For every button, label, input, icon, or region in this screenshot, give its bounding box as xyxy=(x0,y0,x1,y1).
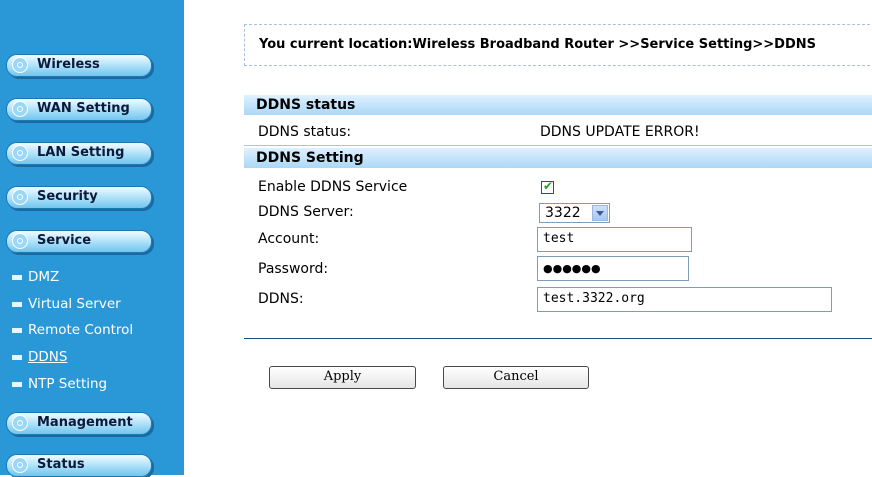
menu-circle-icon xyxy=(12,189,28,205)
menu-circle-icon xyxy=(12,457,28,473)
ddns-server-value: 3322 xyxy=(545,205,581,221)
ddns-status-header: DDNS status xyxy=(244,95,872,115)
section-title: DDNS status xyxy=(256,97,356,113)
menu-status[interactable]: Status xyxy=(6,454,152,477)
menu-lan-setting[interactable]: LAN Setting xyxy=(6,142,152,165)
cancel-button[interactable]: Cancel xyxy=(443,366,589,389)
account-label: Account: xyxy=(258,231,320,247)
menu-management[interactable]: Management xyxy=(6,412,152,435)
bullet-icon xyxy=(12,302,22,307)
menu-wan-setting[interactable]: WAN Setting xyxy=(6,98,152,121)
account-input[interactable]: test xyxy=(537,227,692,252)
row-divider xyxy=(244,145,872,146)
ddns-status-label: DDNS status: xyxy=(258,124,352,140)
menu-circle-icon xyxy=(12,233,28,249)
menu-label: Security xyxy=(37,189,98,204)
bullet-icon xyxy=(12,382,22,387)
menu-circle-icon xyxy=(12,57,28,73)
menu-circle-icon xyxy=(12,415,28,431)
ddns-domain-input[interactable]: test.3322.org xyxy=(537,287,832,312)
menu-label: Status xyxy=(37,457,85,472)
section-title: DDNS Setting xyxy=(256,150,364,166)
menu-circle-icon xyxy=(12,101,28,117)
menu-label: Wireless xyxy=(37,57,100,72)
location-bar: You current location:Wireless Broadband … xyxy=(244,24,872,66)
menu-label: Management xyxy=(37,415,133,430)
bullet-icon xyxy=(12,355,22,360)
bullet-icon xyxy=(12,328,22,333)
password-label: Password: xyxy=(258,261,329,277)
menu-label: Service xyxy=(37,233,92,248)
enable-ddns-label: Enable DDNS Service xyxy=(258,179,408,195)
menu-circle-icon xyxy=(12,145,28,161)
bullet-icon xyxy=(12,275,22,280)
menu-security[interactable]: Security xyxy=(6,186,152,209)
password-input[interactable]: ●●●●●● xyxy=(537,256,689,281)
sidebar: Wireless WAN Setting LAN Setting Securit… xyxy=(0,0,184,477)
ddns-setting-header: DDNS Setting xyxy=(244,148,872,168)
chevron-down-icon[interactable] xyxy=(592,205,608,221)
enable-ddns-checkbox[interactable] xyxy=(541,179,554,194)
ddns-server-label: DDNS Server: xyxy=(258,204,354,220)
apply-button[interactable]: Apply xyxy=(269,366,416,389)
ddns-label: DDNS: xyxy=(258,291,304,307)
menu-label: WAN Setting xyxy=(37,101,130,116)
menu-wireless[interactable]: Wireless xyxy=(6,54,152,77)
divider xyxy=(244,338,872,339)
location-text: You current location:Wireless Broadband … xyxy=(259,37,816,52)
menu-service[interactable]: Service xyxy=(6,230,152,253)
ddns-server-select[interactable]: 3322 xyxy=(539,203,610,223)
menu-label: LAN Setting xyxy=(37,145,125,160)
ddns-status-value: DDNS UPDATE ERROR! xyxy=(540,124,700,140)
